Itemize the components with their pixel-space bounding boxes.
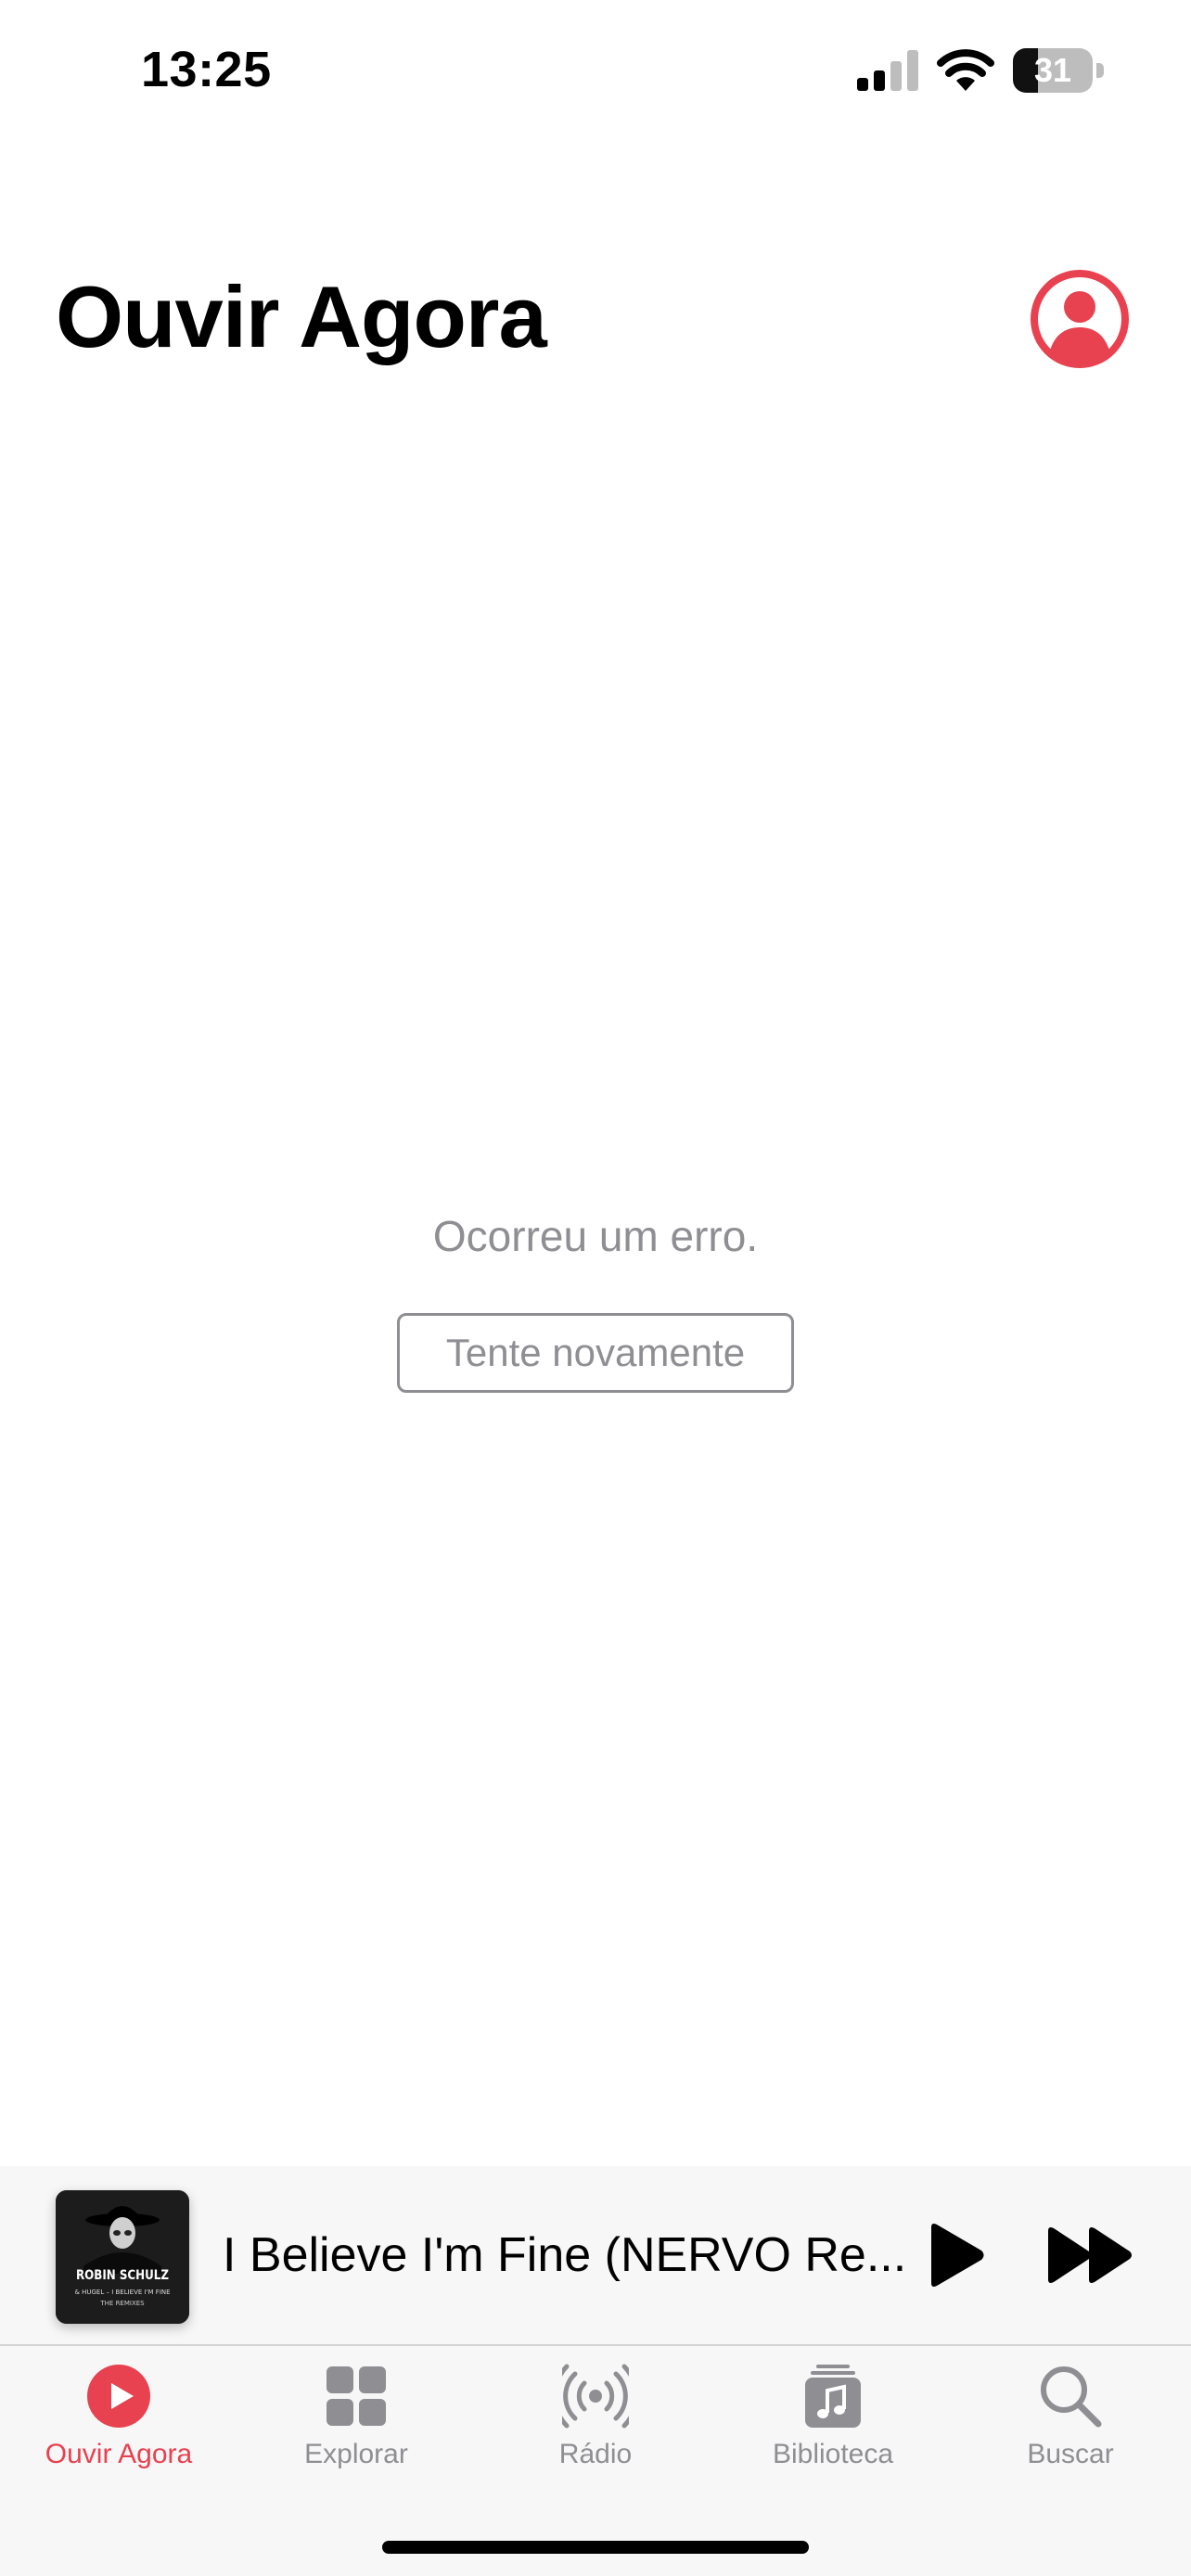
status-time: 13:25 (141, 42, 272, 97)
tab-label: Biblioteca (772, 2439, 894, 2469)
person-circle-icon (1031, 270, 1129, 368)
home-indicator (382, 2541, 809, 2554)
tab-label: Explorar (304, 2439, 408, 2469)
tab-ouvir-agora[interactable]: Ouvir Agora (17, 2346, 221, 2485)
music-library-icon (805, 2365, 861, 2428)
tab-radio[interactable]: Rádio (493, 2346, 698, 2485)
play-icon (931, 2224, 984, 2287)
account-button[interactable] (1030, 269, 1130, 369)
page-title: Ouvir Agora (56, 268, 547, 365)
search-icon (1041, 2366, 1102, 2428)
mini-player[interactable]: ROBIN SCHULZ & HUGEL – I BELIEVE I'M FIN… (0, 2166, 1191, 2344)
play-button[interactable] (922, 2222, 987, 2289)
play-circle-icon (87, 2365, 150, 2428)
tab-label: Ouvir Agora (45, 2439, 193, 2469)
battery-body: 31 (1013, 48, 1093, 93)
album-artwork[interactable]: ROBIN SCHULZ & HUGEL – I BELIEVE I'M FIN… (56, 2190, 189, 2324)
now-playing-title[interactable]: I Believe I'm Fine (NERVO Re... (223, 2227, 906, 2283)
status-bar: 13:25 31 (0, 0, 1191, 139)
tab-explorar[interactable]: Explorar (254, 2346, 458, 2485)
fast-forward-button[interactable] (1044, 2225, 1135, 2285)
cellular-signal-icon (857, 50, 918, 91)
error-message: Ocorreu um erro. (432, 1212, 759, 1260)
radio-waves-icon (562, 2364, 629, 2429)
tab-buscar[interactable]: Buscar (968, 2346, 1172, 2485)
tab-biblioteca[interactable]: Biblioteca (731, 2346, 935, 2485)
tab-label: Buscar (1027, 2439, 1114, 2469)
battery-level: 31 (1033, 51, 1072, 89)
fast-forward-icon (1048, 2227, 1132, 2283)
grid-icon (327, 2366, 386, 2426)
battery-indicator: 31 (1013, 48, 1106, 93)
battery-nub (1096, 63, 1104, 78)
tab-label: Rádio (558, 2439, 633, 2469)
artwork-subtitle: THE REMIXES (100, 2300, 145, 2307)
retry-button[interactable]: Tente novamente (397, 1313, 794, 1393)
wifi-icon (937, 49, 994, 91)
artwork-artist: ROBIN SCHULZ (75, 2268, 170, 2283)
artwork-track: & HUGEL – I BELIEVE I'M FINE (74, 2289, 171, 2296)
